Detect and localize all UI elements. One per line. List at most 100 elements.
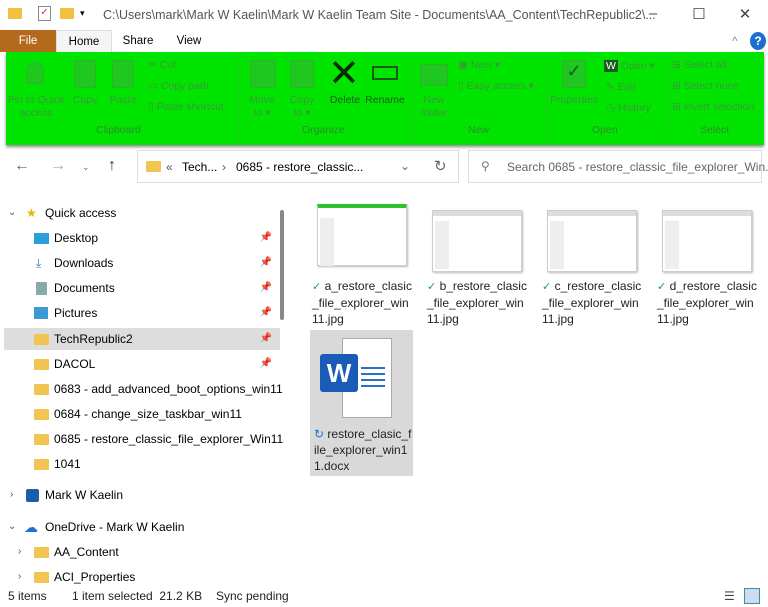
nav-label: Documents (54, 281, 115, 295)
invert-selection-label: Invert selection (683, 101, 755, 113)
nav-item-downloads[interactable]: ⤓ Downloads 📌 (0, 252, 280, 274)
invert-selection-button[interactable]: ⊞ Invert selection (672, 101, 754, 114)
nav-quick-access[interactable]: ⌄ ★ Quick access (0, 202, 280, 224)
nav-item-techrepublic2[interactable]: TechRepublic2 📌 (4, 328, 280, 350)
refresh-icon[interactable]: ↻ (434, 157, 447, 175)
forward-button[interactable]: → (50, 157, 66, 175)
search-icon: ⚲ (481, 159, 490, 173)
select-all-label: Select all (683, 59, 727, 71)
nav-mark-w-kaelin[interactable]: › Mark W Kaelin (0, 484, 280, 506)
tab-share[interactable]: Share (112, 30, 164, 52)
help-icon[interactable]: ? (750, 32, 766, 50)
chevron-right-icon[interactable]: › (18, 541, 21, 563)
delete-button[interactable]: Delete (326, 94, 364, 107)
tab-home[interactable]: Home (56, 30, 112, 52)
nav-item-documents[interactable]: Documents 📌 (0, 277, 280, 299)
select-none-label: Select none (683, 80, 740, 92)
properties-qat-icon[interactable]: ✓ (38, 6, 51, 21)
selection-info: 1 item selected 21.2 KB (72, 589, 203, 603)
rename-button[interactable]: Rename (364, 94, 406, 107)
file-item-selected[interactable]: W ↻ restore_clasic_file_explorer_win11.d… (310, 330, 413, 476)
nav-item-aa-content[interactable]: › AA_Content (0, 541, 280, 563)
recent-locations-icon[interactable]: ⌄ (82, 162, 90, 173)
details-view-button[interactable]: ☰ (724, 585, 735, 607)
nav-scrollbar[interactable] (280, 210, 284, 320)
sharepoint-icon (26, 489, 39, 502)
nav-item-dacol[interactable]: DACOL 📌 (0, 353, 280, 375)
pin-icon: 📌 (259, 358, 272, 369)
open-button[interactable]: W Open ▾ (604, 60, 655, 73)
tab-view[interactable]: View (164, 30, 214, 52)
ribbon: Pin to Quick access Copy Paste ✂ Cut ▭ C… (6, 52, 764, 145)
download-icon: ⤓ (36, 256, 42, 270)
copy-button[interactable]: Copy (68, 94, 102, 107)
paste-shortcut-button[interactable]: ▯ Paste shortcut (148, 101, 224, 114)
file-item[interactable]: ✓ c_restore_clasic_file_explorer_win11.j… (542, 200, 642, 328)
overflow-chevron[interactable]: « (166, 160, 173, 174)
file-name: ↻ restore_clasic_file_explorer_win11.doc… (314, 426, 414, 474)
chevron-right-icon[interactable]: › (10, 484, 13, 506)
new-item-button[interactable]: ▣ New ▾ (458, 59, 500, 72)
open-label: Open ▾ (620, 60, 655, 72)
tab-file[interactable]: File (0, 30, 56, 52)
new-folder-qat-icon[interactable] (60, 8, 74, 19)
file-name-text: restore_clasic_file_explorer_win11.docx (314, 427, 412, 473)
nav-label: Downloads (54, 256, 114, 270)
rename-icon (372, 66, 398, 80)
pin-icon: 📌 (259, 232, 272, 243)
properties-button[interactable]: Properties (546, 94, 602, 107)
file-item[interactable]: ✓ d_restore_clasic_file_explorer_win11.j… (657, 200, 757, 328)
nav-item-0683[interactable]: 0683 - add_advanced_boot_options_win11 (0, 378, 283, 400)
image-thumbnail (432, 210, 522, 272)
large-icons-view-button[interactable] (744, 588, 760, 604)
pin-icon: 📌 (259, 257, 272, 268)
file-item[interactable]: ✓ b_restore_clasic_file_explorer_win11.j… (427, 200, 527, 328)
nav-item-0684[interactable]: 0684 - change_size_taskbar_win11 (0, 403, 280, 425)
nav-item-pictures[interactable]: Pictures 📌 (0, 302, 280, 324)
collapse-ribbon-icon[interactable]: ^ (732, 34, 738, 48)
chevron-down-icon[interactable]: ⌄ (8, 516, 16, 538)
address-dropdown-icon[interactable]: ⌄ (400, 159, 410, 173)
file-name: ✓ d_restore_clasic_file_explorer_win11.j… (657, 278, 757, 327)
edit-button[interactable]: ✎ Edit (606, 81, 636, 94)
maximize-button[interactable]: ☐ (684, 5, 714, 25)
divider (238, 56, 239, 140)
synced-icon: ✓ (542, 281, 552, 293)
new-folder-icon (420, 64, 448, 86)
move-to-icon (250, 60, 276, 88)
back-button[interactable]: ← (14, 157, 30, 175)
address-bar[interactable]: « Tech... › 0685 - restore_classic... ⌄ … (137, 150, 459, 183)
paste-icon (112, 60, 134, 88)
move-to-button[interactable]: Move to ▾ (244, 94, 280, 120)
close-button[interactable]: ✕ (730, 5, 760, 25)
copy-path-button[interactable]: ▭ Copy path (148, 80, 209, 93)
copy-to-icon (290, 60, 314, 88)
nav-item-desktop[interactable]: Desktop 📌 (0, 227, 280, 249)
nav-label: Desktop (54, 231, 99, 245)
nav-onedrive[interactable]: ⌄ ☁ OneDrive - Mark W Kaelin (0, 516, 280, 538)
nav-item-1041[interactable]: 1041 (0, 453, 280, 475)
breadcrumb-techrepublic[interactable]: Tech... (182, 160, 217, 174)
paste-button[interactable]: Paste (106, 94, 140, 107)
select-all-button[interactable]: ⊞ Select all (672, 59, 726, 72)
new-folder-button[interactable]: New folder (414, 94, 454, 120)
copy-to-button[interactable]: Copy to ▾ (284, 94, 320, 120)
cut-button[interactable]: ✂ Cut (148, 59, 176, 72)
pin-icon (26, 62, 44, 84)
easy-access-button[interactable]: ▯ Easy access ▾ (458, 80, 534, 93)
star-icon: ★ (26, 206, 37, 220)
search-input[interactable]: Search 0685 - restore_classic_file_explo… (507, 160, 768, 174)
file-item[interactable]: ✓ a_restore_clasic_file_explorer_win11.j… (312, 200, 412, 328)
pictures-icon (34, 307, 48, 319)
breadcrumb-current[interactable]: 0685 - restore_classic... (236, 160, 363, 174)
minimize-button[interactable]: – (638, 5, 668, 25)
nav-item-0685[interactable]: 0685 - restore_classic_file_explorer_Win… (0, 428, 283, 450)
history-button[interactable]: ◷ History (606, 102, 651, 115)
chevron-down-icon[interactable]: ⌄ (8, 202, 16, 224)
desktop-icon (34, 233, 49, 244)
select-none-button[interactable]: ⊞ Select none (672, 80, 739, 93)
pin-quick-access-button[interactable]: Pin to Quick access (6, 94, 66, 120)
qat-dropdown-icon[interactable]: ▾ (80, 8, 85, 19)
search-box[interactable]: ⚲ Search 0685 - restore_classic_file_exp… (468, 150, 768, 183)
up-button[interactable]: ↑ (108, 157, 116, 175)
